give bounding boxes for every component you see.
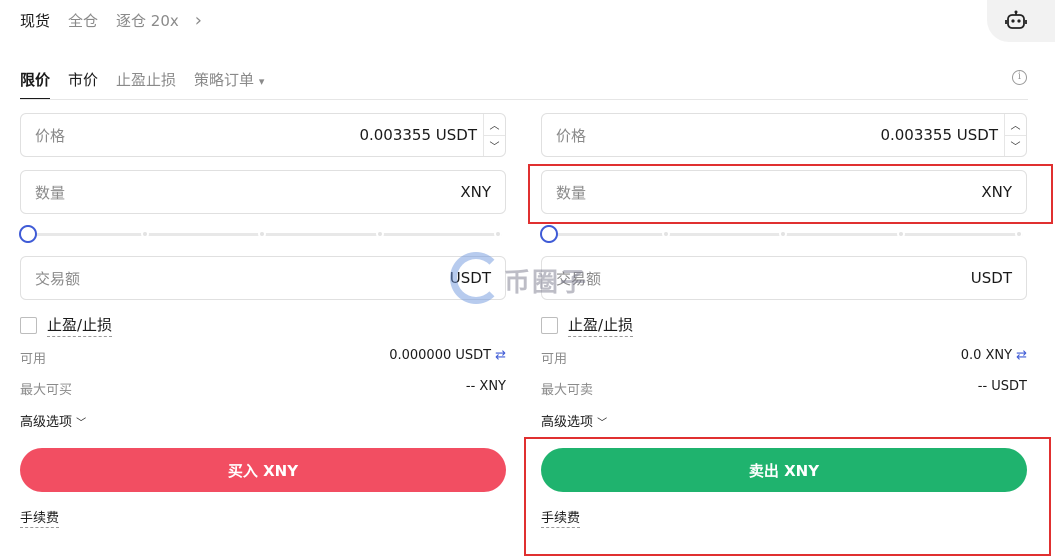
sell-available-label: 可用 xyxy=(541,352,568,367)
sell-total-label: 交易额 xyxy=(556,269,602,288)
sell-advanced-label: 高级选项 xyxy=(541,415,594,430)
chevron-up-icon[interactable]: ︿ xyxy=(484,114,505,136)
buy-amount-slider[interactable] xyxy=(19,224,506,244)
buy-price-stepper[interactable]: ︿ ﹀ xyxy=(483,114,505,156)
sell-available-value: 0.0 XNY xyxy=(960,348,1013,363)
buy-amount-unit: XNY xyxy=(460,183,491,201)
chevron-down-icon: ﹀ xyxy=(597,418,608,429)
chevron-down-icon[interactable]: ﹀ xyxy=(484,136,505,157)
buy-max-row: 最大可买 -- XNY xyxy=(20,379,506,398)
sell-advanced-options[interactable]: 高级选项 ﹀ xyxy=(541,411,607,430)
slider-mark-75[interactable] xyxy=(897,230,905,238)
slider-mark-75[interactable] xyxy=(376,230,384,238)
buy-tpsl-label: 止盈/止损 xyxy=(47,314,113,337)
highlight-box-amount xyxy=(528,164,1053,224)
sell-price-label: 价格 xyxy=(556,126,587,145)
sell-max-label: 最大可卖 xyxy=(541,383,594,398)
slider-mark-50[interactable] xyxy=(258,230,266,238)
highlight-box-sell-button xyxy=(524,437,1051,556)
slider-knob[interactable] xyxy=(19,225,37,243)
buy-tpsl-checkbox[interactable] xyxy=(20,317,37,334)
chevron-down-icon: ﹀ xyxy=(76,418,87,429)
transfer-icon[interactable]: ⇄ xyxy=(1016,348,1027,363)
slider-knob[interactable] xyxy=(540,225,558,243)
buy-price-label: 价格 xyxy=(35,126,66,145)
watermark-logo-icon xyxy=(450,252,502,304)
chevron-down-icon[interactable]: ﹀ xyxy=(1005,136,1026,157)
chevron-up-icon[interactable]: ︿ xyxy=(1005,114,1026,136)
sell-price-value[interactable]: 0.003355 USDT xyxy=(880,126,998,144)
transfer-icon[interactable]: ⇄ xyxy=(495,348,506,363)
sell-price-field[interactable]: 价格 0.003355 USDT ︿ ﹀ xyxy=(541,113,1027,157)
sell-amount-slider[interactable] xyxy=(540,224,1027,244)
buy-advanced-label: 高级选项 xyxy=(20,415,73,430)
watermark: 币圈子 xyxy=(450,250,610,310)
buy-max-value: -- XNY xyxy=(465,379,506,394)
sell-tpsl-row[interactable]: 止盈/止损 xyxy=(541,314,634,337)
slider-mark-50[interactable] xyxy=(779,230,787,238)
slider-mark-25[interactable] xyxy=(141,230,149,238)
sell-total-unit: USDT xyxy=(970,269,1012,287)
sell-price-stepper[interactable]: ︿ ﹀ xyxy=(1004,114,1026,156)
sell-available-row: 可用 0.0 XNY ⇄ xyxy=(541,348,1027,367)
sell-tpsl-checkbox[interactable] xyxy=(541,317,558,334)
buy-column: 价格 0.003355 USDT ︿ ﹀ 数量 XNY 交易额 USDT 止盈/… xyxy=(19,0,507,559)
buy-amount-label: 数量 xyxy=(35,183,66,202)
sell-max-row: 最大可卖 -- USDT xyxy=(541,379,1027,398)
slider-mark-25[interactable] xyxy=(662,230,670,238)
sell-total-field[interactable]: 交易额 USDT xyxy=(541,256,1027,300)
buy-amount-field[interactable]: 数量 XNY xyxy=(20,170,506,214)
sell-max-value: -- USDT xyxy=(977,379,1027,394)
watermark-text: 币圈子 xyxy=(504,268,589,298)
trade-panel: 现货 全仓 逐仓 20x › 限价 市价 止盈止损 策略订单 ▾ i 价格 0.… xyxy=(0,0,1055,559)
slider-mark-100[interactable] xyxy=(1015,230,1023,238)
buy-available-row: 可用 0.000000 USDT ⇄ xyxy=(20,348,506,367)
slider-mark-100[interactable] xyxy=(494,230,502,238)
buy-fee-label: 手续费 xyxy=(20,511,60,528)
buy-advanced-options[interactable]: 高级选项 ﹀ xyxy=(20,411,86,430)
buy-max-label: 最大可买 xyxy=(20,383,73,398)
buy-available-value: 0.000000 USDT xyxy=(389,348,492,363)
buy-button[interactable]: 买入 XNY xyxy=(20,448,506,492)
sell-tpsl-label: 止盈/止损 xyxy=(568,314,634,337)
buy-tpsl-row[interactable]: 止盈/止损 xyxy=(20,314,113,337)
buy-price-field[interactable]: 价格 0.003355 USDT ︿ ﹀ xyxy=(20,113,506,157)
buy-available-label: 可用 xyxy=(20,352,47,367)
buy-total-field[interactable]: 交易额 USDT xyxy=(20,256,506,300)
buy-total-label: 交易额 xyxy=(35,269,81,288)
buy-fee-link[interactable]: 手续费 xyxy=(20,507,60,528)
buy-price-value[interactable]: 0.003355 USDT xyxy=(359,126,477,144)
